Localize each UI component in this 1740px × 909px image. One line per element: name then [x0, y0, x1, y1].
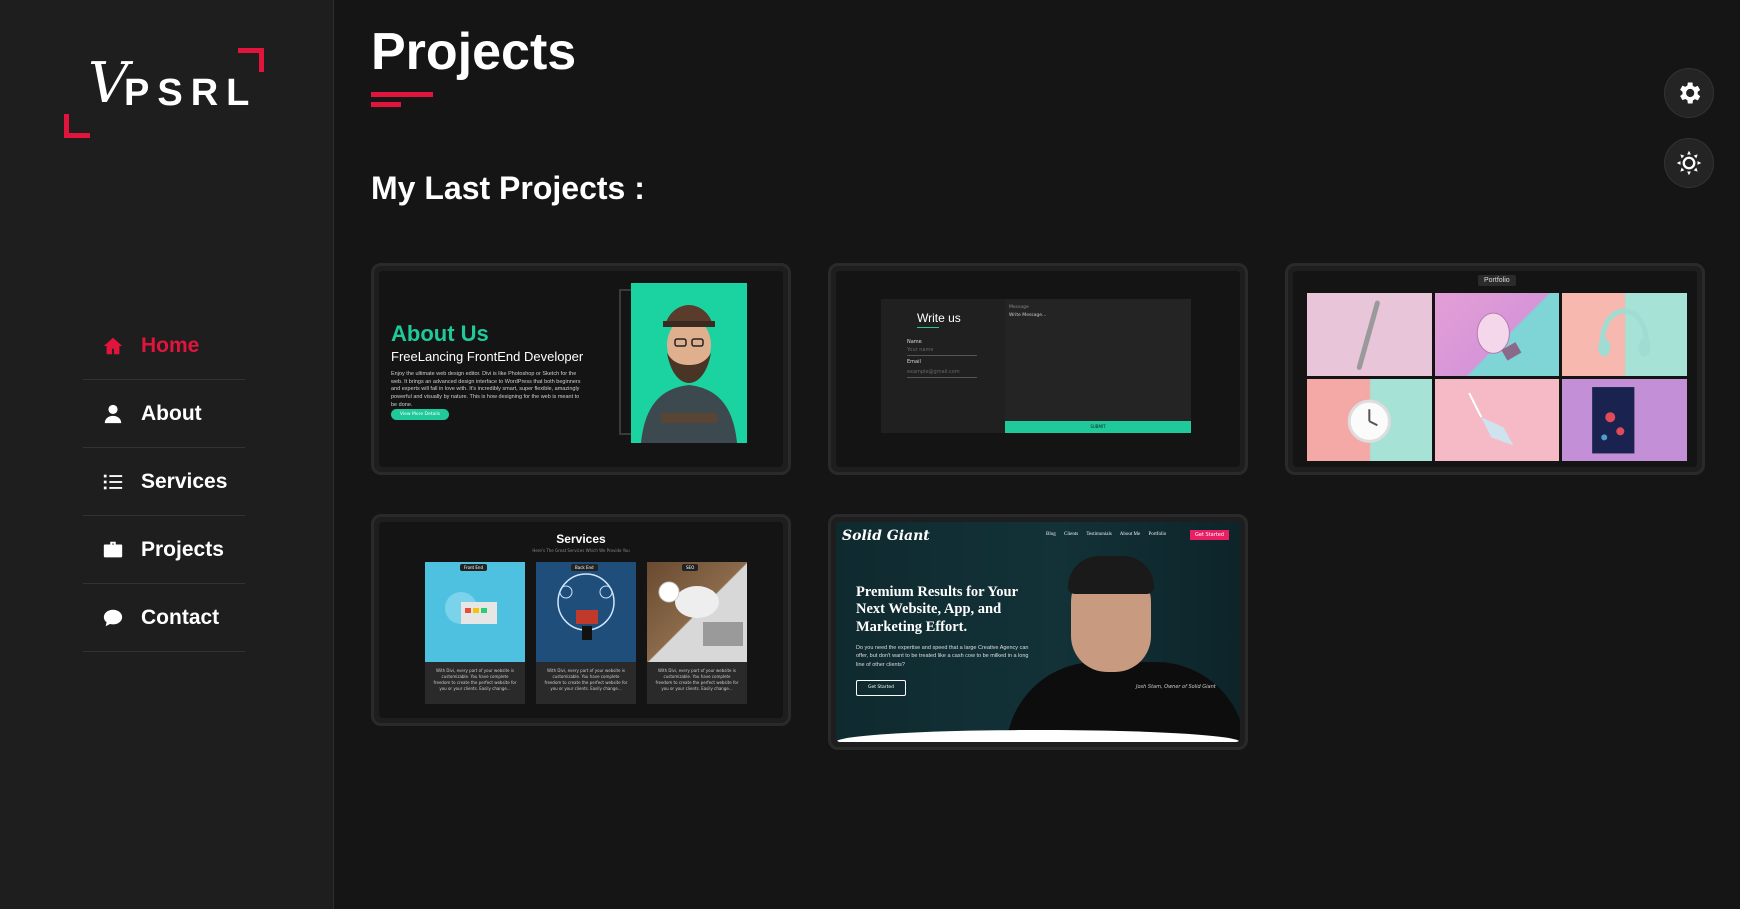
name-placeholder: Your name [907, 347, 934, 353]
nav-item-label: Contact [141, 605, 220, 629]
site-menu-item: Clients [1063, 532, 1079, 537]
title-underline [371, 92, 433, 97]
site-menu-item: About Me [1119, 532, 1141, 537]
profile-photo [631, 283, 747, 443]
form-title-underline [917, 327, 939, 328]
nav-item-home[interactable]: Home [83, 312, 245, 380]
email-field-line [907, 377, 977, 378]
sidebar: V PSRL Home About Services Projects Cont… [0, 0, 334, 909]
contact-form-preview: Write us Name Your name Email example@gm… [881, 299, 1191, 433]
gear-icon [1680, 82, 1701, 104]
main-nav: Home About Services Projects Contact [83, 312, 245, 652]
service-card-frontend: Front End With Divi, every part of your … [425, 562, 525, 704]
logo[interactable]: V PSRL [64, 48, 264, 138]
message-label: Message [1009, 305, 1029, 310]
service-text: With Divi, every part of your website is… [433, 668, 517, 691]
hero-button: Get Started [856, 680, 906, 696]
message-placeholder: Write Message... [1009, 313, 1047, 318]
hero-caption: Josh Stam, Owner of Solid Giant [1136, 684, 1216, 690]
nav-item-contact[interactable]: Contact [83, 584, 245, 652]
list-icon [101, 470, 125, 494]
about-subtitle: FreeLancing FrontEnd Developer [391, 349, 584, 364]
nav-item-label: Projects [141, 537, 224, 561]
project-thumbnail: Solid Giant Blog Clients Testimonials Ab… [836, 522, 1240, 742]
about-title: About Us [391, 321, 489, 346]
service-image [647, 562, 747, 662]
project-card-services[interactable]: Services Here's The Great Services Which… [371, 514, 791, 726]
nav-item-projects[interactable]: Projects [83, 516, 245, 584]
portfolio-label: Portfolio [1478, 275, 1516, 286]
portfolio-tile-headphones [1562, 293, 1687, 376]
nav-item-about[interactable]: About [83, 380, 245, 448]
project-card-contact-form[interactable]: Write us Name Your name Email example@gm… [828, 263, 1248, 475]
portfolio-grid [1307, 293, 1687, 461]
logo-mark: V [88, 51, 129, 116]
site-menu-item: Portfolio [1148, 532, 1167, 537]
main-content: Projects My Last Projects : About Us Fre… [334, 0, 1740, 909]
services-subtitle: Here's The Great Services Which We Provi… [532, 548, 630, 553]
logo-corner-top-right [238, 48, 264, 72]
page-title: Projects [371, 23, 577, 81]
user-icon [101, 402, 125, 426]
form-left-panel: Write us Name Your name Email example@gm… [881, 299, 1005, 433]
settings-button[interactable] [1664, 68, 1714, 118]
email-label: Email [907, 359, 921, 365]
logo-text: PSRL [124, 72, 258, 114]
portfolio-tile-pen [1307, 293, 1432, 376]
hero-person-hair [1068, 556, 1154, 594]
service-image [425, 562, 525, 662]
service-card-backend: Back End With Divi, every part of your w… [536, 562, 636, 704]
chat-icon [101, 606, 125, 630]
service-card-seo: SEO With Divi, every part of your websit… [647, 562, 747, 704]
form-title: Write us [917, 311, 961, 325]
project-thumbnail: Write us Name Your name Email example@gm… [836, 271, 1240, 467]
nav-item-services[interactable]: Services [83, 448, 245, 516]
title-underline-short [371, 102, 401, 107]
sun-icon [1676, 150, 1702, 176]
services-title: Services [556, 532, 606, 546]
theme-toggle-button[interactable] [1664, 138, 1714, 188]
site-brand: Solid Giant [842, 528, 930, 544]
hero-headline: Premium Results for Your Next Website, A… [856, 584, 1018, 635]
logo-corner-bottom-left [64, 114, 90, 138]
project-thumbnail: Portfolio [1293, 271, 1697, 467]
home-icon [101, 334, 125, 358]
project-card-solid-giant[interactable]: Solid Giant Blog Clients Testimonials Ab… [828, 514, 1248, 750]
nav-item-label: Services [141, 469, 228, 493]
site-cta: Get Started [1190, 530, 1229, 540]
site-menu-item: Testimonials [1086, 532, 1112, 537]
project-thumbnail: About Us FreeLancing FrontEnd Developer … [379, 271, 783, 467]
service-text: With Divi, every part of your website is… [655, 668, 739, 691]
project-card-about[interactable]: About Us FreeLancing FrontEnd Developer … [371, 263, 791, 475]
nav-item-label: About [141, 401, 202, 425]
service-text: With Divi, every part of your website is… [544, 668, 628, 691]
portfolio-tile-mask [1434, 378, 1560, 461]
service-tag: SEO [682, 564, 699, 571]
briefcase-icon [101, 538, 125, 562]
service-image [536, 562, 636, 662]
submit-button: SUBMIT [1005, 421, 1191, 433]
about-body: Enjoy the ultimate web design editor. Di… [391, 371, 581, 408]
project-card-portfolio[interactable]: Portfolio [1285, 263, 1705, 475]
view-details-button: View More Details [391, 409, 449, 420]
site-menu: Blog Clients Testimonials About Me Portf… [1046, 532, 1173, 537]
portfolio-tile-bulb [1434, 293, 1560, 376]
section-subtitle: My Last Projects : [371, 170, 645, 206]
project-thumbnail: Services Here's The Great Services Which… [379, 522, 783, 718]
service-tag: Back End [571, 564, 598, 571]
site-menu-item: Blog [1046, 532, 1056, 537]
name-field-line [907, 355, 977, 356]
portfolio-tile-book [1562, 378, 1687, 461]
name-label: Name [907, 339, 922, 345]
service-tag: Front End [460, 564, 487, 571]
hero-body: Do you need the expertise and speed that… [856, 645, 1029, 668]
email-placeholder: example@gmail.com [907, 369, 960, 375]
portfolio-tile-clock [1307, 378, 1432, 461]
nav-item-label: Home [141, 333, 200, 357]
